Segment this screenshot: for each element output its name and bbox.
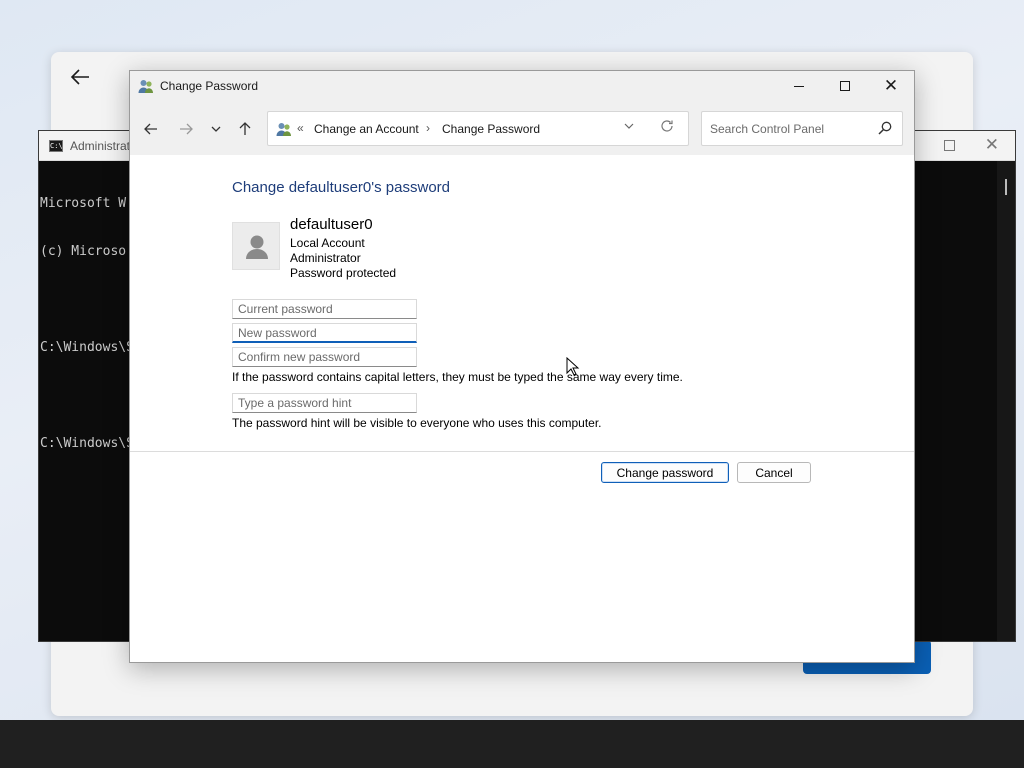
forward-button[interactable]	[176, 119, 196, 139]
search-icon[interactable]	[877, 120, 893, 136]
terminal-icon: C:\	[49, 140, 63, 152]
arrow-right-icon	[180, 123, 193, 135]
change-password-dialog: Change Password ✕ « Change an Account › …	[129, 70, 915, 663]
maximize-icon	[840, 81, 850, 91]
account-status: Password protected	[290, 266, 397, 280]
breadcrumb-separator-icon[interactable]: ›	[426, 121, 430, 135]
new-password-field[interactable]	[232, 323, 417, 343]
hint-visibility-note: The password hint will be visible to eve…	[232, 416, 602, 430]
refresh-icon[interactable]	[660, 119, 674, 137]
cmd-close-icon[interactable]: ✕	[985, 135, 999, 155]
arrow-left-icon	[144, 123, 157, 135]
account-name: defaultuser0	[290, 216, 373, 233]
dialog-title: Change Password	[160, 79, 259, 93]
cmd-title: Administrat	[70, 139, 131, 153]
taskbar	[0, 720, 1024, 768]
avatar	[232, 222, 280, 270]
cancel-button[interactable]: Cancel	[737, 462, 811, 483]
mouse-cursor-icon	[566, 357, 580, 376]
password-hint-field[interactable]	[232, 393, 417, 413]
search-placeholder: Search Control Panel	[710, 122, 825, 136]
breadcrumb-overflow-icon[interactable]: «	[297, 121, 304, 135]
maximize-button[interactable]	[822, 71, 868, 101]
cmd-scrollbar-track[interactable]	[997, 161, 1015, 641]
capital-letters-note: If the password contains capital letters…	[232, 370, 683, 384]
confirm-password-field[interactable]	[232, 347, 417, 367]
user-accounts-icon	[276, 123, 291, 136]
address-bar[interactable]: « Change an Account › Change Password	[267, 111, 689, 146]
divider	[130, 451, 914, 452]
navigation-bar: « Change an Account › Change Password Se…	[130, 101, 914, 155]
recent-locations-button[interactable]	[206, 119, 226, 139]
cmd-scrollbar-thumb[interactable]	[1005, 179, 1007, 195]
dialog-titlebar: Change Password ✕	[130, 71, 914, 101]
current-password-field[interactable]	[232, 299, 417, 319]
page-title: Change defaultuser0's password	[232, 179, 450, 196]
close-button[interactable]: ✕	[868, 71, 914, 101]
arrow-up-icon	[239, 122, 251, 135]
close-icon: ✕	[883, 76, 899, 95]
account-role: Administrator	[290, 251, 361, 265]
user-accounts-icon	[138, 80, 153, 93]
account-type: Local Account	[290, 236, 365, 250]
breadcrumb-change-account[interactable]: Change an Account	[314, 122, 419, 136]
back-button[interactable]	[141, 119, 161, 139]
change-password-button[interactable]: Change password	[601, 462, 729, 483]
address-dropdown-icon[interactable]	[624, 120, 634, 134]
breadcrumb-change-password[interactable]: Change Password	[442, 122, 540, 136]
minimize-button[interactable]	[776, 71, 822, 101]
back-arrow-icon[interactable]	[69, 66, 93, 90]
chevron-down-icon	[211, 126, 221, 132]
cmd-maximize-icon[interactable]	[944, 140, 955, 151]
search-box[interactable]: Search Control Panel	[701, 111, 903, 146]
up-button[interactable]	[235, 119, 255, 139]
minimize-icon	[794, 85, 804, 87]
user-avatar-icon	[246, 235, 268, 259]
